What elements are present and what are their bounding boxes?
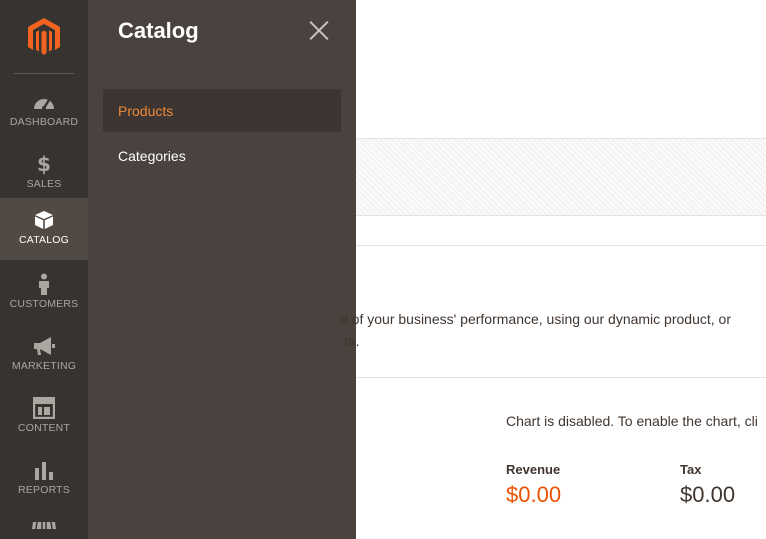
nav-label: Catalog (18, 234, 70, 246)
nav-item-stores[interactable] (0, 514, 88, 539)
tax-value: $0.00 (680, 482, 736, 507)
submenu-title: Catalog (118, 18, 199, 43)
dashboard-content: d of your business' performance, using o… (340, 0, 766, 539)
dollar-icon: $ (37, 152, 51, 176)
close-icon[interactable] (308, 20, 330, 42)
admin-sidebar: Dashboard $ Sales Catalog Customers Mark… (0, 0, 88, 539)
tax-label: Tax (680, 462, 702, 477)
chart-disabled-note: Chart is disabled. To enable the chart, … (506, 413, 758, 429)
logo-divider (14, 73, 74, 74)
dashboard-icon (32, 90, 56, 114)
nav-label: Marketing (11, 360, 77, 372)
nav-label: Sales (26, 178, 62, 190)
nav-label: Dashboard (9, 116, 79, 128)
magento-logo-icon (28, 18, 60, 55)
megaphone-icon (31, 334, 57, 358)
submenu-item-categories[interactable]: Categories (103, 134, 341, 177)
submenu-item-products[interactable]: Products (103, 89, 341, 132)
nav-item-catalog[interactable]: Catalog (0, 198, 88, 260)
box-icon (34, 208, 54, 232)
intro-text: d of your business' performance, using o… (340, 311, 731, 327)
loading-banner (356, 138, 766, 216)
bar-chart-icon (34, 458, 54, 482)
nav-label: Customers (9, 298, 79, 310)
nav-item-customers[interactable]: Customers (0, 266, 88, 328)
divider (356, 245, 766, 246)
catalog-submenu-panel: Catalog Products Categories (88, 0, 356, 539)
nav-item-dashboard[interactable]: Dashboard (0, 84, 88, 146)
admin-root: Dashboard $ Sales Catalog Customers Mark… (0, 0, 766, 539)
divider (356, 377, 766, 378)
layout-icon (33, 396, 55, 420)
person-icon (37, 272, 51, 296)
revenue-value: $0.00 (506, 482, 562, 507)
intro-text-continued: ta. (344, 333, 360, 349)
nav-item-reports[interactable]: Reports (0, 452, 88, 514)
magento-logo[interactable] (0, 0, 88, 74)
revenue-label: Revenue (506, 462, 561, 477)
nav-label: Reports (18, 484, 70, 496)
nav-item-content[interactable]: Content (0, 390, 88, 452)
nav-label: Content (17, 422, 71, 434)
nav-item-marketing[interactable]: Marketing (0, 328, 88, 390)
store-icon (31, 520, 57, 539)
